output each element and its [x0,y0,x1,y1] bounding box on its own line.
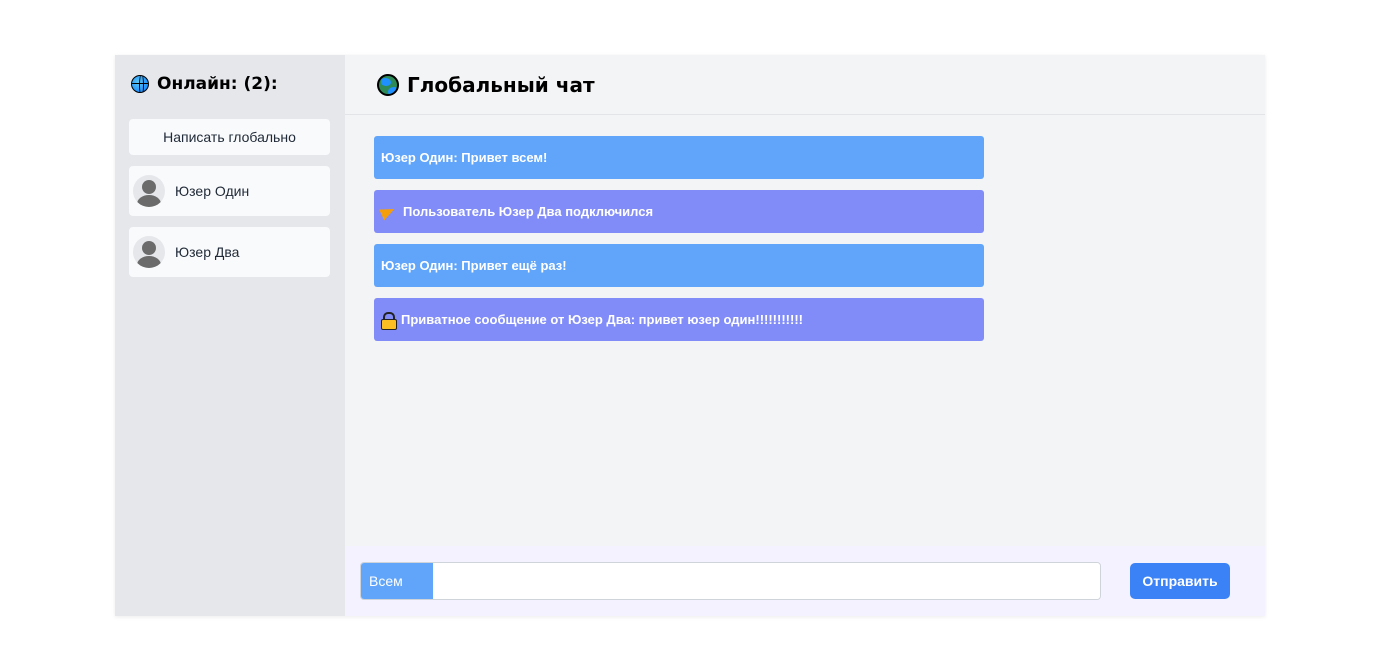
user-item-2[interactable]: Юзер Два [129,227,330,277]
message-item: Пользователь Юзер Два подключился [374,190,984,233]
message-item: Приватное сообщение от Юзер Два: привет … [374,298,984,341]
lock-icon [381,311,397,330]
user-name: Юзер Один [175,183,250,199]
user-avatar-icon [133,175,165,207]
chat-header: Глобальный чат [345,55,1265,115]
online-header: Онлайн: (2): [129,69,331,99]
message-list: Юзер Один: Привет всем! Пользователь Юзе… [345,115,1265,546]
user-avatar-icon [133,236,165,268]
user-item-1[interactable]: Юзер Один [129,166,330,216]
message-text: Пользователь Юзер Два подключился [403,204,654,219]
write-global-button[interactable]: Написать глобально [129,119,330,155]
chat-panel: Глобальный чат Юзер Один: Привет всем! П… [345,55,1265,616]
send-button[interactable]: Отправить [1130,563,1230,599]
message-input-group: Всем [360,562,1101,600]
globe-icon [131,75,149,93]
message-text: Приватное сообщение от Юзер Два: привет … [401,312,803,327]
message-text: Юзер Один: Привет ещё раз! [381,258,567,273]
message-composer: Всем Отправить [345,546,1265,616]
online-users-sidebar: Онлайн: (2): Написать глобально Юзер Оди… [115,55,345,616]
party-horn-icon [381,205,397,218]
message-input[interactable] [433,563,1100,599]
message-item: Юзер Один: Привет всем! [374,136,984,179]
message-text: Юзер Один: Привет всем! [381,150,548,165]
page-title: Глобальный чат [407,72,595,97]
recipient-selector[interactable]: Всем [361,563,433,599]
chat-app: Онлайн: (2): Написать глобально Юзер Оди… [115,55,1265,616]
message-item: Юзер Один: Привет ещё раз! [374,244,984,287]
globe-earth-icon [377,73,399,96]
user-name: Юзер Два [175,244,240,260]
online-count-title: Онлайн: (2): [157,74,278,94]
